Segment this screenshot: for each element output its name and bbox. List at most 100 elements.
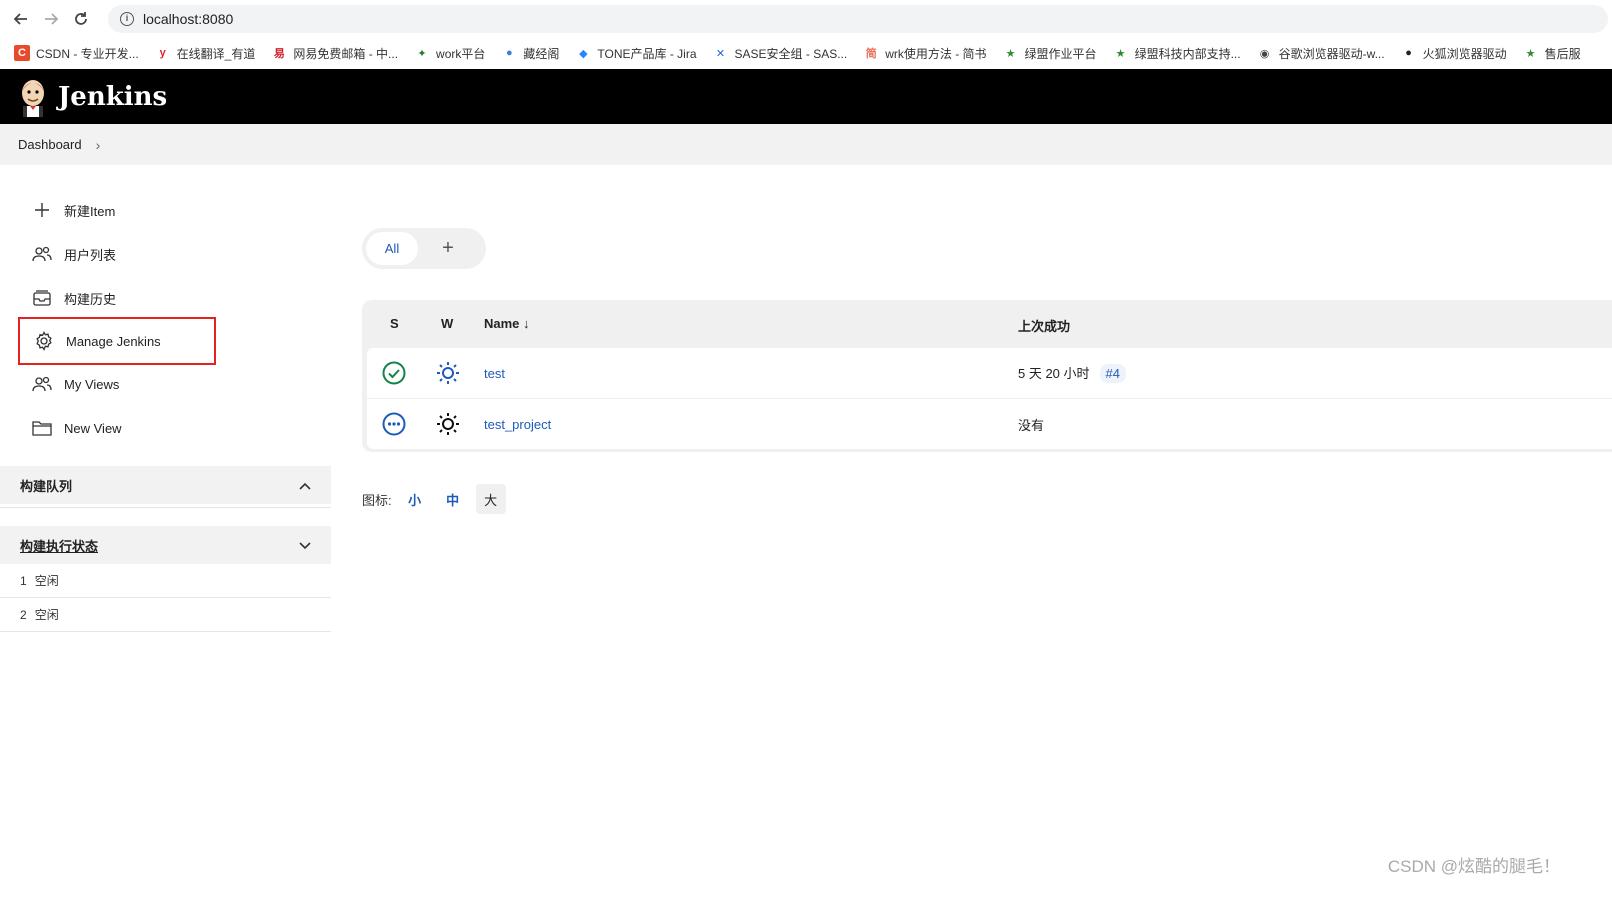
history-icon — [32, 288, 52, 308]
bookmark-item[interactable]: ◆ TONE产品库 - Jira — [575, 45, 696, 62]
bookmark-label: 绿盟科技内部支持... — [1134, 46, 1241, 61]
build-queue-body — [0, 504, 331, 508]
star-icon: ★ — [1115, 47, 1126, 60]
browser-toolbar: i localhost:8080 — [0, 0, 1612, 37]
bookmark-item[interactable]: 简 wrk使用方法 - 简书 — [863, 45, 987, 62]
header-last-success[interactable]: 上次成功 — [1018, 316, 1070, 335]
success-check-icon[interactable] — [381, 360, 407, 386]
netease-mail-icon: 易 — [273, 48, 285, 60]
add-view-tab[interactable]: + — [418, 237, 478, 260]
bookmark-label: TONE产品库 - Jira — [597, 46, 697, 61]
breadcrumb: Dashboard › — [0, 124, 1612, 165]
chevron-down-icon[interactable] — [299, 538, 311, 553]
bookmark-label: 火狐浏览器驱动 — [1422, 46, 1507, 61]
task-label: 构建历史 — [64, 291, 117, 307]
task-my-views[interactable]: My Views — [18, 360, 216, 408]
breadcrumb-chevron-icon[interactable]: › — [96, 137, 101, 153]
back-arrow-icon[interactable] — [6, 4, 36, 34]
bookmark-label: CSDN - 专业开发... — [36, 46, 139, 61]
csdn-icon: C — [14, 45, 30, 61]
people-icon — [32, 244, 52, 264]
bookmark-label: 网易免费邮箱 - 中... — [293, 46, 399, 61]
sunny-weather-icon[interactable] — [435, 360, 461, 386]
task-new-item[interactable]: 新建Item — [18, 186, 216, 234]
job-link-test[interactable]: test — [484, 366, 505, 381]
folder-icon — [32, 418, 52, 438]
task-label: My Views — [64, 376, 120, 392]
bookmark-item[interactable]: C CSDN - 专业开发... — [14, 45, 139, 62]
bookmarks-bar: C CSDN - 专业开发... y 在线翻译_有道易网易免费邮箱 - 中... ✦ wo… — [0, 37, 1612, 69]
executors-header[interactable]: 构建执行状态 — [0, 526, 331, 564]
jenkins-header: Jenkins — [0, 69, 1612, 124]
not-built-icon[interactable] — [381, 411, 407, 437]
url-text: localhost:8080 — [143, 11, 234, 27]
jenkins-logo-icon[interactable] — [18, 77, 48, 117]
build-queue-title: 构建队列 — [20, 478, 73, 494]
reload-icon[interactable] — [66, 4, 96, 34]
header-weather[interactable]: W — [441, 316, 453, 331]
jianshu-icon: 简 — [865, 48, 877, 60]
bookmark-item[interactable]: ★ 售后服 — [1523, 45, 1581, 62]
jenkins-title[interactable]: Jenkins — [58, 82, 167, 112]
gear-icon — [34, 331, 54, 351]
task-build-history[interactable]: 构建历史 — [18, 274, 216, 322]
view-tabs: All + — [362, 228, 486, 269]
job-link-test-project[interactable]: test_project — [484, 417, 551, 432]
table-row: test 5 天 20 小时 #4 — [367, 348, 1612, 398]
bookmark-label: wrk使用方法 - 简书 — [885, 46, 987, 61]
header-status[interactable]: S — [390, 316, 399, 331]
executor-status: 空闲 — [34, 574, 59, 588]
bookmark-item[interactable]: y 在线翻译_有道 — [155, 45, 256, 62]
projects-table: S W Name ↓ 上次成功 test 5 天 20 小时 #4 test_pr… — [362, 300, 1612, 452]
task-new-view[interactable]: New View — [18, 404, 216, 452]
icon-size-large[interactable]: 大 — [475, 484, 506, 514]
bookmark-label: 谷歌浏览器驱动-w... — [1278, 46, 1385, 61]
icon-size-chooser: 图标: 小 中 大 — [362, 484, 506, 514]
chevron-up-icon[interactable] — [299, 478, 311, 493]
bookmark-item[interactable]: ● 火狐浏览器驱动 — [1401, 45, 1507, 62]
last-success-cell: 5 天 20 小时 #4 — [1018, 363, 1126, 383]
star-icon: ★ — [1525, 47, 1536, 60]
build-queue-header[interactable]: 构建队列 — [0, 466, 331, 504]
address-bar[interactable]: i localhost:8080 — [108, 5, 1608, 33]
bookmark-item[interactable]: ★ 绿盟作业平台 — [1003, 45, 1097, 62]
icon-size-medium[interactable]: 中 — [438, 484, 468, 514]
bookmark-label: SASE安全组 - SAS... — [734, 46, 848, 61]
breadcrumb-dashboard[interactable]: Dashboard — [18, 137, 82, 152]
task-label: 新建Item — [64, 203, 116, 219]
globe-icon: ◉ — [1259, 47, 1270, 60]
bookmark-label: work平台 — [436, 46, 486, 61]
build-number-link[interactable]: #4 — [1099, 364, 1126, 383]
table-row: test_project 没有 — [367, 399, 1612, 449]
jira-icon: ◆ — [579, 47, 588, 60]
bookmark-item[interactable]: ◉ 谷歌浏览器驱动-w... — [1257, 45, 1385, 62]
sunny-weather-icon[interactable] — [435, 411, 461, 437]
forward-arrow-icon[interactable] — [36, 4, 66, 34]
bookmark-item[interactable]: 易网易免费邮箱 - 中... — [271, 45, 398, 62]
bookmark-label: 售后服 — [1544, 46, 1581, 61]
last-success-time: 没有 — [1018, 417, 1045, 433]
icon-size-label: 图标: — [362, 492, 392, 508]
header-name[interactable]: Name ↓ — [484, 316, 530, 331]
task-user-list[interactable]: 用户列表 — [18, 230, 216, 278]
bookmark-item[interactable]: ★ 绿盟科技内部支持... — [1113, 45, 1241, 62]
tab-all[interactable]: All — [366, 232, 418, 265]
executor-status: 空闲 — [34, 608, 59, 622]
last-success-time: 5 天 20 小时 — [1018, 366, 1090, 381]
executors-title[interactable]: 构建执行状态 — [20, 536, 98, 555]
watermark: CSDN @炫酷的腿毛！ — [1387, 857, 1560, 876]
people-icon — [32, 374, 52, 394]
youdao-icon: y — [159, 47, 166, 59]
task-manage-jenkins[interactable]: Manage Jenkins — [18, 317, 216, 365]
executor-row: 1 空闲 — [0, 564, 331, 598]
info-icon[interactable]: i — [120, 12, 134, 26]
task-label: 用户列表 — [64, 247, 117, 263]
bookmark-label: 绿盟作业平台 — [1024, 46, 1097, 61]
bookmark-item[interactable]: ✕ SASE安全组 - SAS... — [713, 45, 848, 62]
plus-icon — [32, 200, 52, 220]
icon-size-small[interactable]: 小 — [400, 484, 430, 514]
bookmark-item[interactable]: ✦ work平台 — [414, 45, 485, 62]
bookmark-item[interactable]: ● 藏经阁 — [501, 45, 559, 62]
github-icon: ● — [1405, 47, 1412, 59]
executor-number: 1 — [20, 573, 27, 588]
